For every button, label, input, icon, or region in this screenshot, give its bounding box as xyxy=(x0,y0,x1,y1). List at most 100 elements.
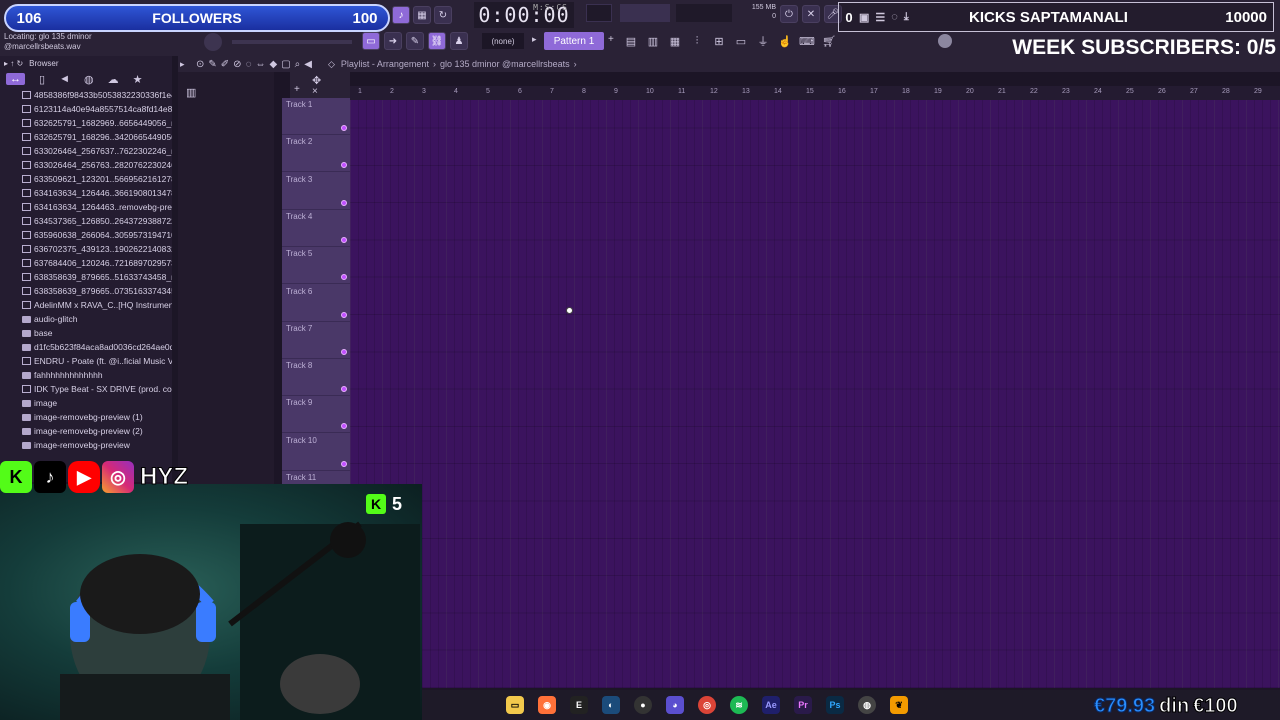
browser-item[interactable]: 636702375_439123..19026221408323_n xyxy=(0,242,178,256)
track-header[interactable]: Track 6 xyxy=(282,285,350,322)
browser-item[interactable]: AdelinMM x RAVA_C..[HQ Instrumental] xyxy=(0,298,178,312)
pattern-selector[interactable]: Pattern 1 xyxy=(544,32,604,50)
browser-item[interactable]: fahhhhhhhhhhhhh xyxy=(0,368,178,382)
online-news-icon[interactable] xyxy=(938,34,952,48)
close-icon[interactable]: × xyxy=(312,86,318,97)
playlist-icon[interactable]: ▤ xyxy=(622,32,640,50)
zoom-icon[interactable]: ⌕ xyxy=(295,59,301,70)
piano-roll-icon[interactable]: ▥ xyxy=(644,32,662,50)
track-active-icon[interactable] xyxy=(341,274,347,281)
shop-icon[interactable]: 🛒︎ xyxy=(820,32,838,50)
song-mode-icon[interactable]: ▭ xyxy=(362,32,380,50)
paint-icon[interactable]: ✐ xyxy=(221,59,229,70)
playback-icon[interactable]: ◀ xyxy=(304,59,312,70)
photoshop-icon[interactable]: Ps xyxy=(826,696,844,714)
add-icon[interactable]: + xyxy=(294,84,300,95)
timeline-ruler[interactable]: 1 2 3 4 5 6 7 8 9 10 11 12 13 14 15 16 17 18 19 20 21 22 23 24 2… xyxy=(350,86,1280,100)
cloud-tab-icon[interactable]: ☁ xyxy=(108,73,119,86)
track-header[interactable]: Track 8 xyxy=(282,359,350,397)
delete-icon[interactable]: ⊘ xyxy=(233,59,241,70)
track-active-icon[interactable] xyxy=(341,423,347,430)
plug-icon[interactable]: ⏚ xyxy=(754,32,772,50)
select-icon[interactable]: ▢ xyxy=(281,59,290,70)
snap-select[interactable]: (none) xyxy=(482,33,524,49)
files-tab-icon[interactable]: ▯ xyxy=(39,73,45,86)
browser-item[interactable]: 634163634_1264463..removebg-preview xyxy=(0,200,178,214)
track-active-icon[interactable] xyxy=(341,162,347,169)
plugin-picker-icon[interactable]: ⊞ xyxy=(710,32,728,50)
record-wait-button[interactable]: ▦ xyxy=(413,6,431,24)
chat-icon[interactable]: ◌ xyxy=(891,11,898,24)
pencil-icon[interactable]: ✎ xyxy=(406,32,424,50)
track-header[interactable]: Track 1 xyxy=(282,98,350,135)
stamp-icon[interactable]: ♟ xyxy=(450,32,468,50)
browser-item[interactable]: 632625791_1682969..6656449056_n (1) xyxy=(0,116,178,130)
power-icon[interactable]: ⏻ xyxy=(780,5,798,23)
browser-item[interactable]: 634537365_126850..26437293887220_n xyxy=(0,214,178,228)
browser-item[interactable]: 634163634_126446..36619080134788_n xyxy=(0,186,178,200)
time-display[interactable]: 0:00:00 M:S:CS xyxy=(474,2,574,28)
track-header[interactable]: Track 7 xyxy=(282,322,350,359)
mute-icon[interactable]: ◌ xyxy=(246,59,252,70)
playlist-menu-icon[interactable]: ▸ xyxy=(180,59,190,70)
browser-options-icon[interactable]: ▸ ↑ ↻ xyxy=(4,59,23,68)
browser-item[interactable]: base xyxy=(0,326,178,340)
download-icon[interactable]: ⤓ xyxy=(904,11,909,24)
loop-record-button[interactable]: ↻ xyxy=(434,6,452,24)
channel-rack-icon[interactable]: ▦ xyxy=(666,32,684,50)
track-active-icon[interactable] xyxy=(341,348,347,355)
browser-item[interactable]: d1fc5b623f84aca8ad0036cd264ae0dc xyxy=(0,340,178,354)
magnet-icon[interactable]: ⊙ xyxy=(196,59,204,70)
track-header[interactable]: Track 10 xyxy=(282,434,350,471)
browser-item[interactable]: 633026464_2567637..7622302246_n (1) xyxy=(0,144,178,158)
track-active-icon[interactable] xyxy=(341,460,347,467)
browser-window-icon[interactable]: ▭ xyxy=(732,32,750,50)
browser-item[interactable]: IDK Type Beat - SX DRIVE (prod. comvn) xyxy=(0,382,178,396)
browser-item[interactable]: 635960638_266064..30595731947109_n xyxy=(0,228,178,242)
add-pattern-icon[interactable]: + xyxy=(608,34,614,45)
track-active-icon[interactable] xyxy=(341,236,347,243)
pattern-prev-icon[interactable]: ▸ xyxy=(532,34,537,45)
save-icon[interactable]: ▣ xyxy=(859,11,869,24)
browser-item[interactable]: ENDRU - Poate (ft. @i..ficial Music Vide… xyxy=(0,354,178,368)
browser-item[interactable]: image xyxy=(0,396,178,410)
track-active-icon[interactable] xyxy=(341,199,347,206)
metronome-button[interactable]: ♪ xyxy=(392,6,410,24)
slip-icon[interactable]: ⇔ xyxy=(256,59,266,70)
arrow-icon[interactable]: ➜ xyxy=(384,32,402,50)
master-volume-slider[interactable] xyxy=(232,40,352,44)
wand-icon[interactable]: ✕ xyxy=(802,5,820,23)
spotify-icon[interactable]: ≋ xyxy=(730,696,748,714)
track-active-icon[interactable] xyxy=(341,386,347,393)
all-tab-icon[interactable]: ↔ xyxy=(6,73,25,85)
mixer-window-icon[interactable]: ⫶ xyxy=(688,32,706,50)
premiere-icon[interactable]: Pr xyxy=(794,696,812,714)
browser-item[interactable]: 632625791_168296..3420665449056_n xyxy=(0,130,178,144)
browser-item[interactable]: image-removebg-preview (2) xyxy=(0,424,178,438)
browser-item[interactable]: 6123114a40e94a8557514ca8fd14e85 xyxy=(0,102,178,116)
playlist-nav-icon[interactable]: ◇ xyxy=(328,59,335,70)
track-active-icon[interactable] xyxy=(341,125,347,131)
epic-games-icon[interactable]: E xyxy=(570,696,588,714)
track-header[interactable]: Track 5 xyxy=(282,247,350,285)
app-icon[interactable]: ◍ xyxy=(858,696,876,714)
browser-item[interactable]: 637684406_120246..72168970295730_n xyxy=(0,256,178,270)
firefox-icon[interactable]: ◉ xyxy=(538,696,556,714)
browser-item[interactable]: audio-glitch xyxy=(0,312,178,326)
touch-keyboard-icon[interactable]: ⌨ xyxy=(798,32,816,50)
plugins-tab-icon[interactable]: ◄ xyxy=(59,73,70,85)
track-header[interactable]: Track 4 xyxy=(282,210,350,247)
master-pitch[interactable] xyxy=(620,4,670,22)
master-volume-knob[interactable] xyxy=(204,33,222,51)
track-header[interactable]: Track 9 xyxy=(282,396,350,434)
track-active-icon[interactable] xyxy=(341,311,347,318)
browser-item[interactable]: image-removebg-preview xyxy=(0,438,178,452)
playlist-grid[interactable] xyxy=(350,100,1280,688)
chrome-icon[interactable]: ◎ xyxy=(698,696,716,714)
after-effects-icon[interactable]: Ae xyxy=(762,696,780,714)
browser-item[interactable]: 4858386f98433b5053832230336f1e4a xyxy=(0,88,178,102)
mixer-icon[interactable]: ☰ xyxy=(875,11,885,24)
favorites-tab-icon[interactable]: ★ xyxy=(133,73,143,86)
sounds-tab-icon[interactable]: ◍ xyxy=(84,73,94,86)
steam-icon[interactable]: ◐ xyxy=(602,696,620,714)
